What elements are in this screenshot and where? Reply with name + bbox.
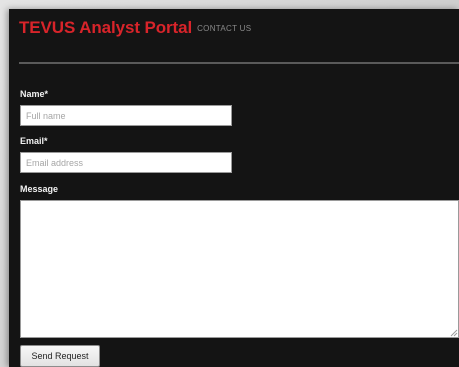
contact-panel: TEVUS Analyst Portal CONTACT US Name* Ema… — [9, 9, 459, 367]
email-label: Email* — [20, 136, 48, 146]
message-textarea[interactable] — [20, 200, 459, 338]
page-subtitle: CONTACT US — [197, 24, 252, 33]
send-request-button[interactable]: Send Request — [20, 345, 100, 367]
email-input[interactable] — [20, 152, 232, 173]
screenshot-frame: TEVUS Analyst Portal CONTACT US Name* Ema… — [0, 0, 459, 367]
header-divider — [19, 62, 459, 64]
message-label: Message — [20, 184, 59, 194]
page-header: TEVUS Analyst Portal CONTACT US — [19, 18, 251, 38]
portal-title: TEVUS Analyst Portal — [19, 18, 193, 37]
textarea-resize-grip-icon[interactable] — [449, 328, 458, 337]
name-label: Name* — [20, 89, 49, 99]
name-input[interactable] — [20, 105, 232, 126]
